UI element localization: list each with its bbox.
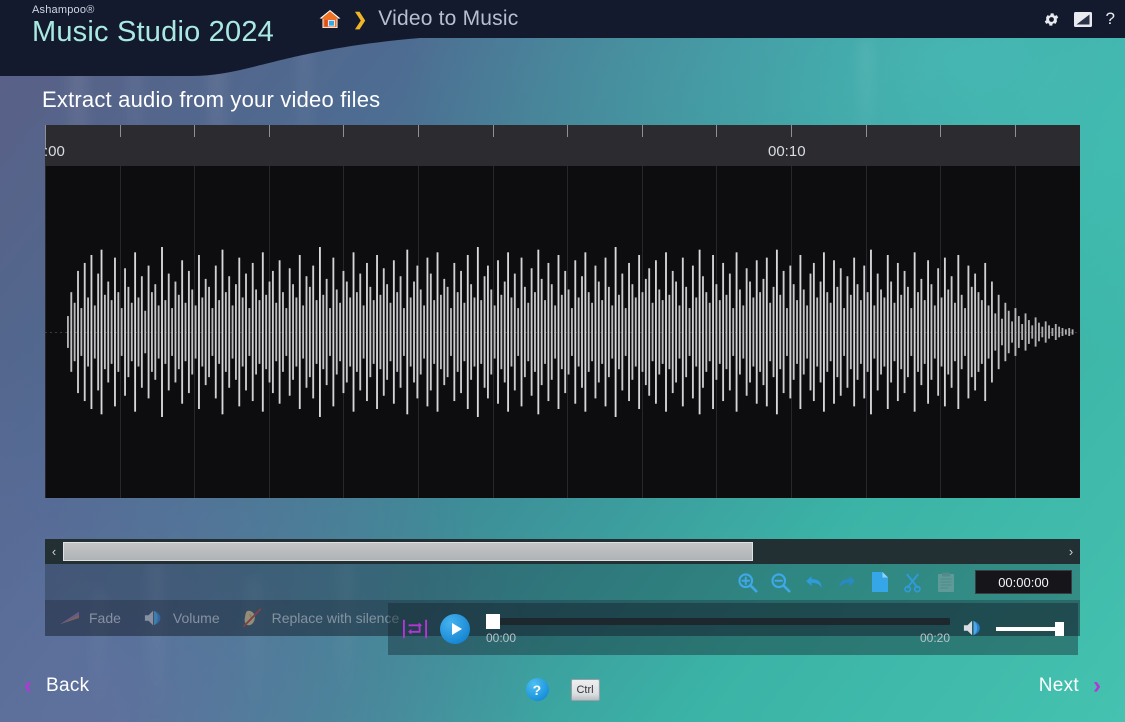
scroll-right-arrow-icon[interactable]: › [1062, 539, 1080, 564]
ruler-tick [269, 125, 270, 137]
next-button[interactable]: Next › [1039, 674, 1101, 698]
help-icon[interactable]: ? [1106, 9, 1115, 29]
scroll-left-arrow-icon[interactable]: ‹ [45, 539, 63, 564]
home-icon[interactable] [318, 8, 342, 30]
ruler-tick [1015, 125, 1016, 137]
help-button[interactable]: ? [525, 678, 548, 701]
brand-name: Music Studio 2024 [32, 15, 274, 49]
zoom-out-icon[interactable] [769, 571, 792, 594]
audio-editor-panel: :00 00:10 ‹ › [45, 125, 1080, 595]
scrollbar-thumb[interactable] [63, 542, 753, 561]
ruler-tick [343, 125, 344, 137]
settings-icon[interactable] [1043, 11, 1060, 28]
volume-thumb[interactable] [1055, 622, 1064, 636]
next-label: Next [1039, 675, 1079, 697]
ctrl-key-hint[interactable]: Ctrl [570, 679, 599, 701]
ruler-tick [567, 125, 568, 137]
back-chevron-icon: ‹ [24, 674, 32, 698]
zoom-in-icon[interactable] [736, 571, 759, 594]
ruler-tick [120, 125, 121, 137]
undo-icon[interactable] [802, 571, 825, 594]
breadcrumb-title: Video to Music [378, 7, 518, 31]
loop-icon[interactable] [402, 617, 428, 641]
breadcrumb: ❯ Video to Music [318, 0, 518, 38]
player-bar: 00:00 00:20 [388, 603, 1078, 655]
paste-icon[interactable] [934, 571, 957, 594]
waveform-canvas[interactable] [45, 166, 1080, 498]
ruler-tick [194, 125, 195, 137]
fade-icon [59, 609, 81, 627]
seek-thumb[interactable] [486, 614, 500, 629]
ruler-tick [866, 125, 867, 137]
replace-silence-label: Replace with silence [272, 610, 400, 626]
ruler-label-start: :00 [45, 143, 65, 160]
horizontal-scrollbar[interactable]: ‹ › [45, 539, 1080, 564]
timeline-ruler[interactable]: :00 00:10 [45, 125, 1080, 166]
ruler-tick [642, 125, 643, 137]
next-chevron-icon: › [1093, 674, 1101, 698]
back-label: Back [46, 675, 89, 697]
page-title: Extract audio from your video files [42, 87, 380, 113]
app-brand: Ashampoo® Music Studio 2024 [32, 4, 274, 49]
footer-nav: ‹ Back ? Ctrl Next › [0, 660, 1125, 722]
breadcrumb-chevron-icon: ❯ [353, 11, 367, 28]
volume-icon[interactable] [962, 618, 984, 640]
volume-button[interactable]: Volume [143, 608, 220, 628]
current-time-label: 00:00 [486, 631, 516, 645]
seek-slider[interactable]: 00:00 00:20 [486, 612, 950, 646]
fade-label: Fade [89, 610, 121, 626]
volume-icon [143, 608, 165, 628]
total-time-label: 00:20 [920, 631, 950, 645]
volume-slider[interactable] [996, 619, 1064, 639]
replace-silence-icon [242, 608, 264, 628]
footer-center-tools: ? Ctrl [525, 678, 599, 701]
waveform-graphic [45, 166, 1080, 498]
ruler-tick [791, 125, 792, 137]
volume-track[interactable] [996, 627, 1064, 631]
cut-icon[interactable] [901, 571, 924, 594]
scrollbar-track[interactable] [63, 541, 1062, 562]
back-button[interactable]: ‹ Back [24, 674, 89, 698]
selection-time-display: 00:00:00 [975, 570, 1072, 594]
play-icon [452, 623, 462, 635]
copy-icon[interactable] [868, 571, 891, 594]
redo-icon[interactable] [835, 571, 858, 594]
volume-label: Volume [173, 610, 220, 626]
ruler-label-ten: 00:10 [768, 143, 806, 160]
theme-icon[interactable] [1074, 12, 1092, 27]
play-button[interactable] [440, 614, 470, 644]
ruler-tick [716, 125, 717, 137]
header-toolbar: ? [1043, 0, 1115, 38]
fade-button[interactable]: Fade [59, 609, 121, 627]
ruler-tick [418, 125, 419, 137]
ruler-tick [493, 125, 494, 137]
seek-track[interactable] [486, 618, 950, 625]
edit-toolbar: 00:00:00 [45, 564, 1080, 600]
replace-with-silence-button[interactable]: Replace with silence [242, 608, 400, 628]
waveform-container: ‹ › [45, 166, 1080, 625]
ruler-tick [940, 125, 941, 137]
